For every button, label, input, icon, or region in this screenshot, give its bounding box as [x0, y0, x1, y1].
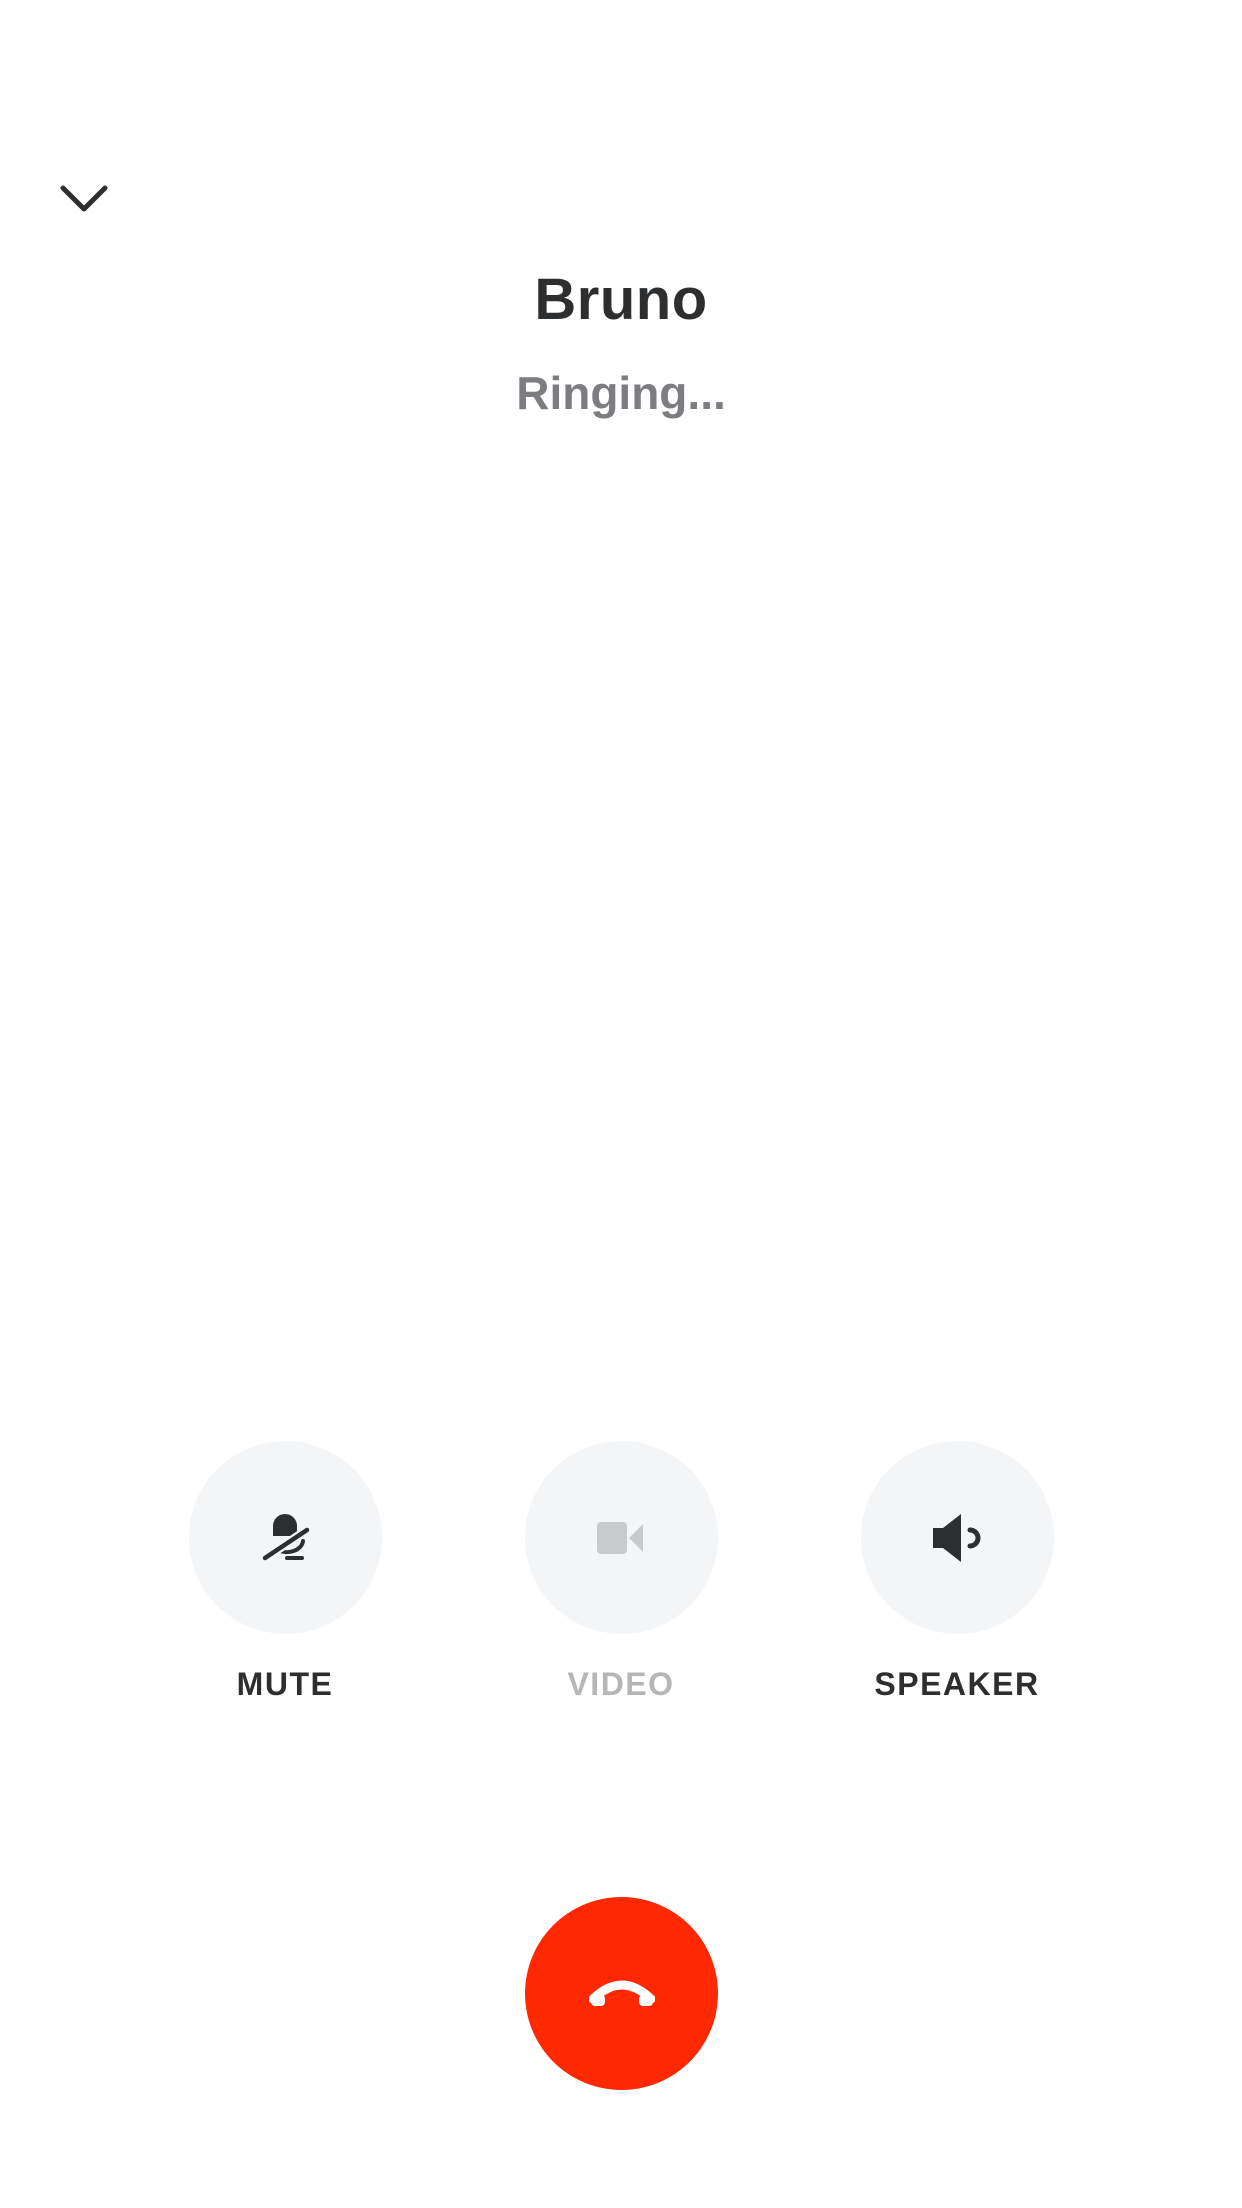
mute-control: MUTE — [135, 1441, 435, 1704]
chevron-down-icon — [60, 185, 108, 212]
mic-off-icon — [260, 1513, 312, 1562]
hang-up-icon — [588, 1980, 655, 2006]
speaker-icon — [933, 1513, 981, 1562]
call-status: Ringing... — [516, 367, 726, 419]
speaker-control: SPEAKER — [807, 1441, 1107, 1704]
caller-name: Bruno — [534, 267, 708, 332]
speaker-button[interactable] — [860, 1441, 1054, 1634]
speaker-label: SPEAKER — [874, 1666, 1040, 1702]
video-label: VIDEO — [567, 1666, 675, 1702]
mute-label: MUTE — [236, 1666, 334, 1702]
collapse-button[interactable] — [46, 160, 122, 236]
call-header: Bruno Ringing... — [0, 262, 1242, 422]
video-camera-icon — [597, 1521, 643, 1554]
video-control: VIDEO — [471, 1441, 771, 1704]
mute-button[interactable] — [188, 1441, 382, 1634]
end-call-button[interactable] — [525, 1897, 718, 2090]
call-controls: MUTE VIDEO SPEAKER — [0, 1441, 1242, 1704]
video-button[interactable] — [524, 1441, 718, 1634]
